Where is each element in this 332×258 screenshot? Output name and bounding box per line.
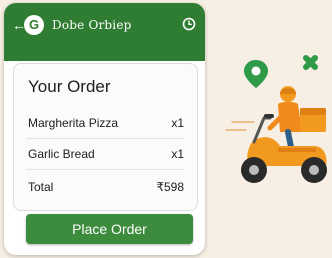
- cross-icon: [303, 55, 318, 70]
- item-name: Margherita Pizza: [28, 116, 119, 130]
- total-value: ₹598: [156, 180, 184, 194]
- item-name: Garlic Bread: [28, 147, 95, 161]
- order-title: Your Order: [28, 77, 111, 96]
- order-item-row: Margherita Pizza x1: [26, 108, 184, 139]
- order-screen: ← G Dobe Orbiep Your Order Margherita Pi…: [4, 3, 205, 255]
- app-title: Dobe Orbiep: [52, 18, 132, 32]
- delivery-scooter-illustration: [225, 55, 327, 183]
- order-item-row: Garlic Bread x1: [26, 139, 184, 170]
- brand-logo: G: [24, 15, 44, 35]
- item-quantity: x1: [171, 116, 184, 130]
- place-order-button[interactable]: Place Order: [26, 214, 193, 244]
- clock-icon[interactable]: [182, 17, 196, 31]
- map-pin-icon: [244, 60, 268, 88]
- order-summary-card: Your Order Margherita Pizza x1 Garlic Br…: [13, 63, 198, 211]
- total-label: Total: [28, 180, 54, 194]
- item-quantity: x1: [171, 147, 184, 161]
- app-bar: ← G Dobe Orbiep: [4, 3, 205, 61]
